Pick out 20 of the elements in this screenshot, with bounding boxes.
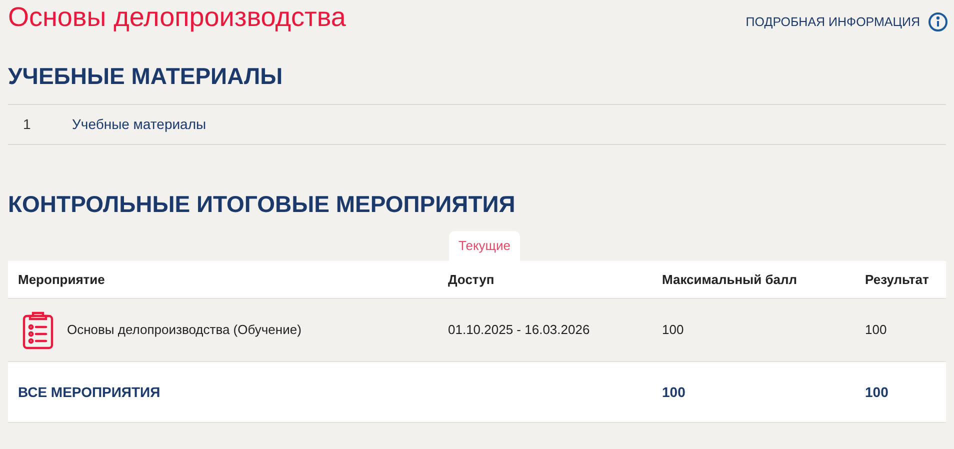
item-number: 1 (22, 114, 32, 134)
table-cell-text: 100 (864, 321, 888, 340)
table-cell-text: 100 (661, 321, 685, 340)
column-header: Результат (864, 270, 930, 289)
details-link[interactable]: ПОДРОБНАЯ ИНФОРМАЦИЯ (746, 12, 948, 32)
column-header: Максимальный балл (661, 270, 798, 289)
clipboard-icon (22, 310, 54, 350)
table-cell-text: 01.10.2025 - 16.03.2026 (447, 321, 591, 340)
total-label: ВСЕ МЕРОПРИЯТИЯ (17, 382, 162, 402)
section-heading: УЧЕБНЫЕ МАТЕРИАЛЫ (8, 62, 284, 91)
tab[interactable]: Текущие (448, 231, 520, 261)
table-cell-text: 100 (864, 382, 890, 402)
info-icon (928, 12, 948, 32)
table-cell-text: 100 (661, 382, 686, 402)
page-title: Основы делопроизводства (8, 1, 346, 34)
column-header: Мероприятие (17, 270, 106, 289)
event-name: Основы делопроизводства (Обучение) (67, 321, 302, 340)
column-header: Доступ (447, 270, 496, 289)
material-link[interactable]: Учебные материалы (72, 114, 206, 134)
section-heading: КОНТРОЛЬНЫЕ ИТОГОВЫЕ МЕРОПРИЯТИЯ (8, 190, 516, 218)
